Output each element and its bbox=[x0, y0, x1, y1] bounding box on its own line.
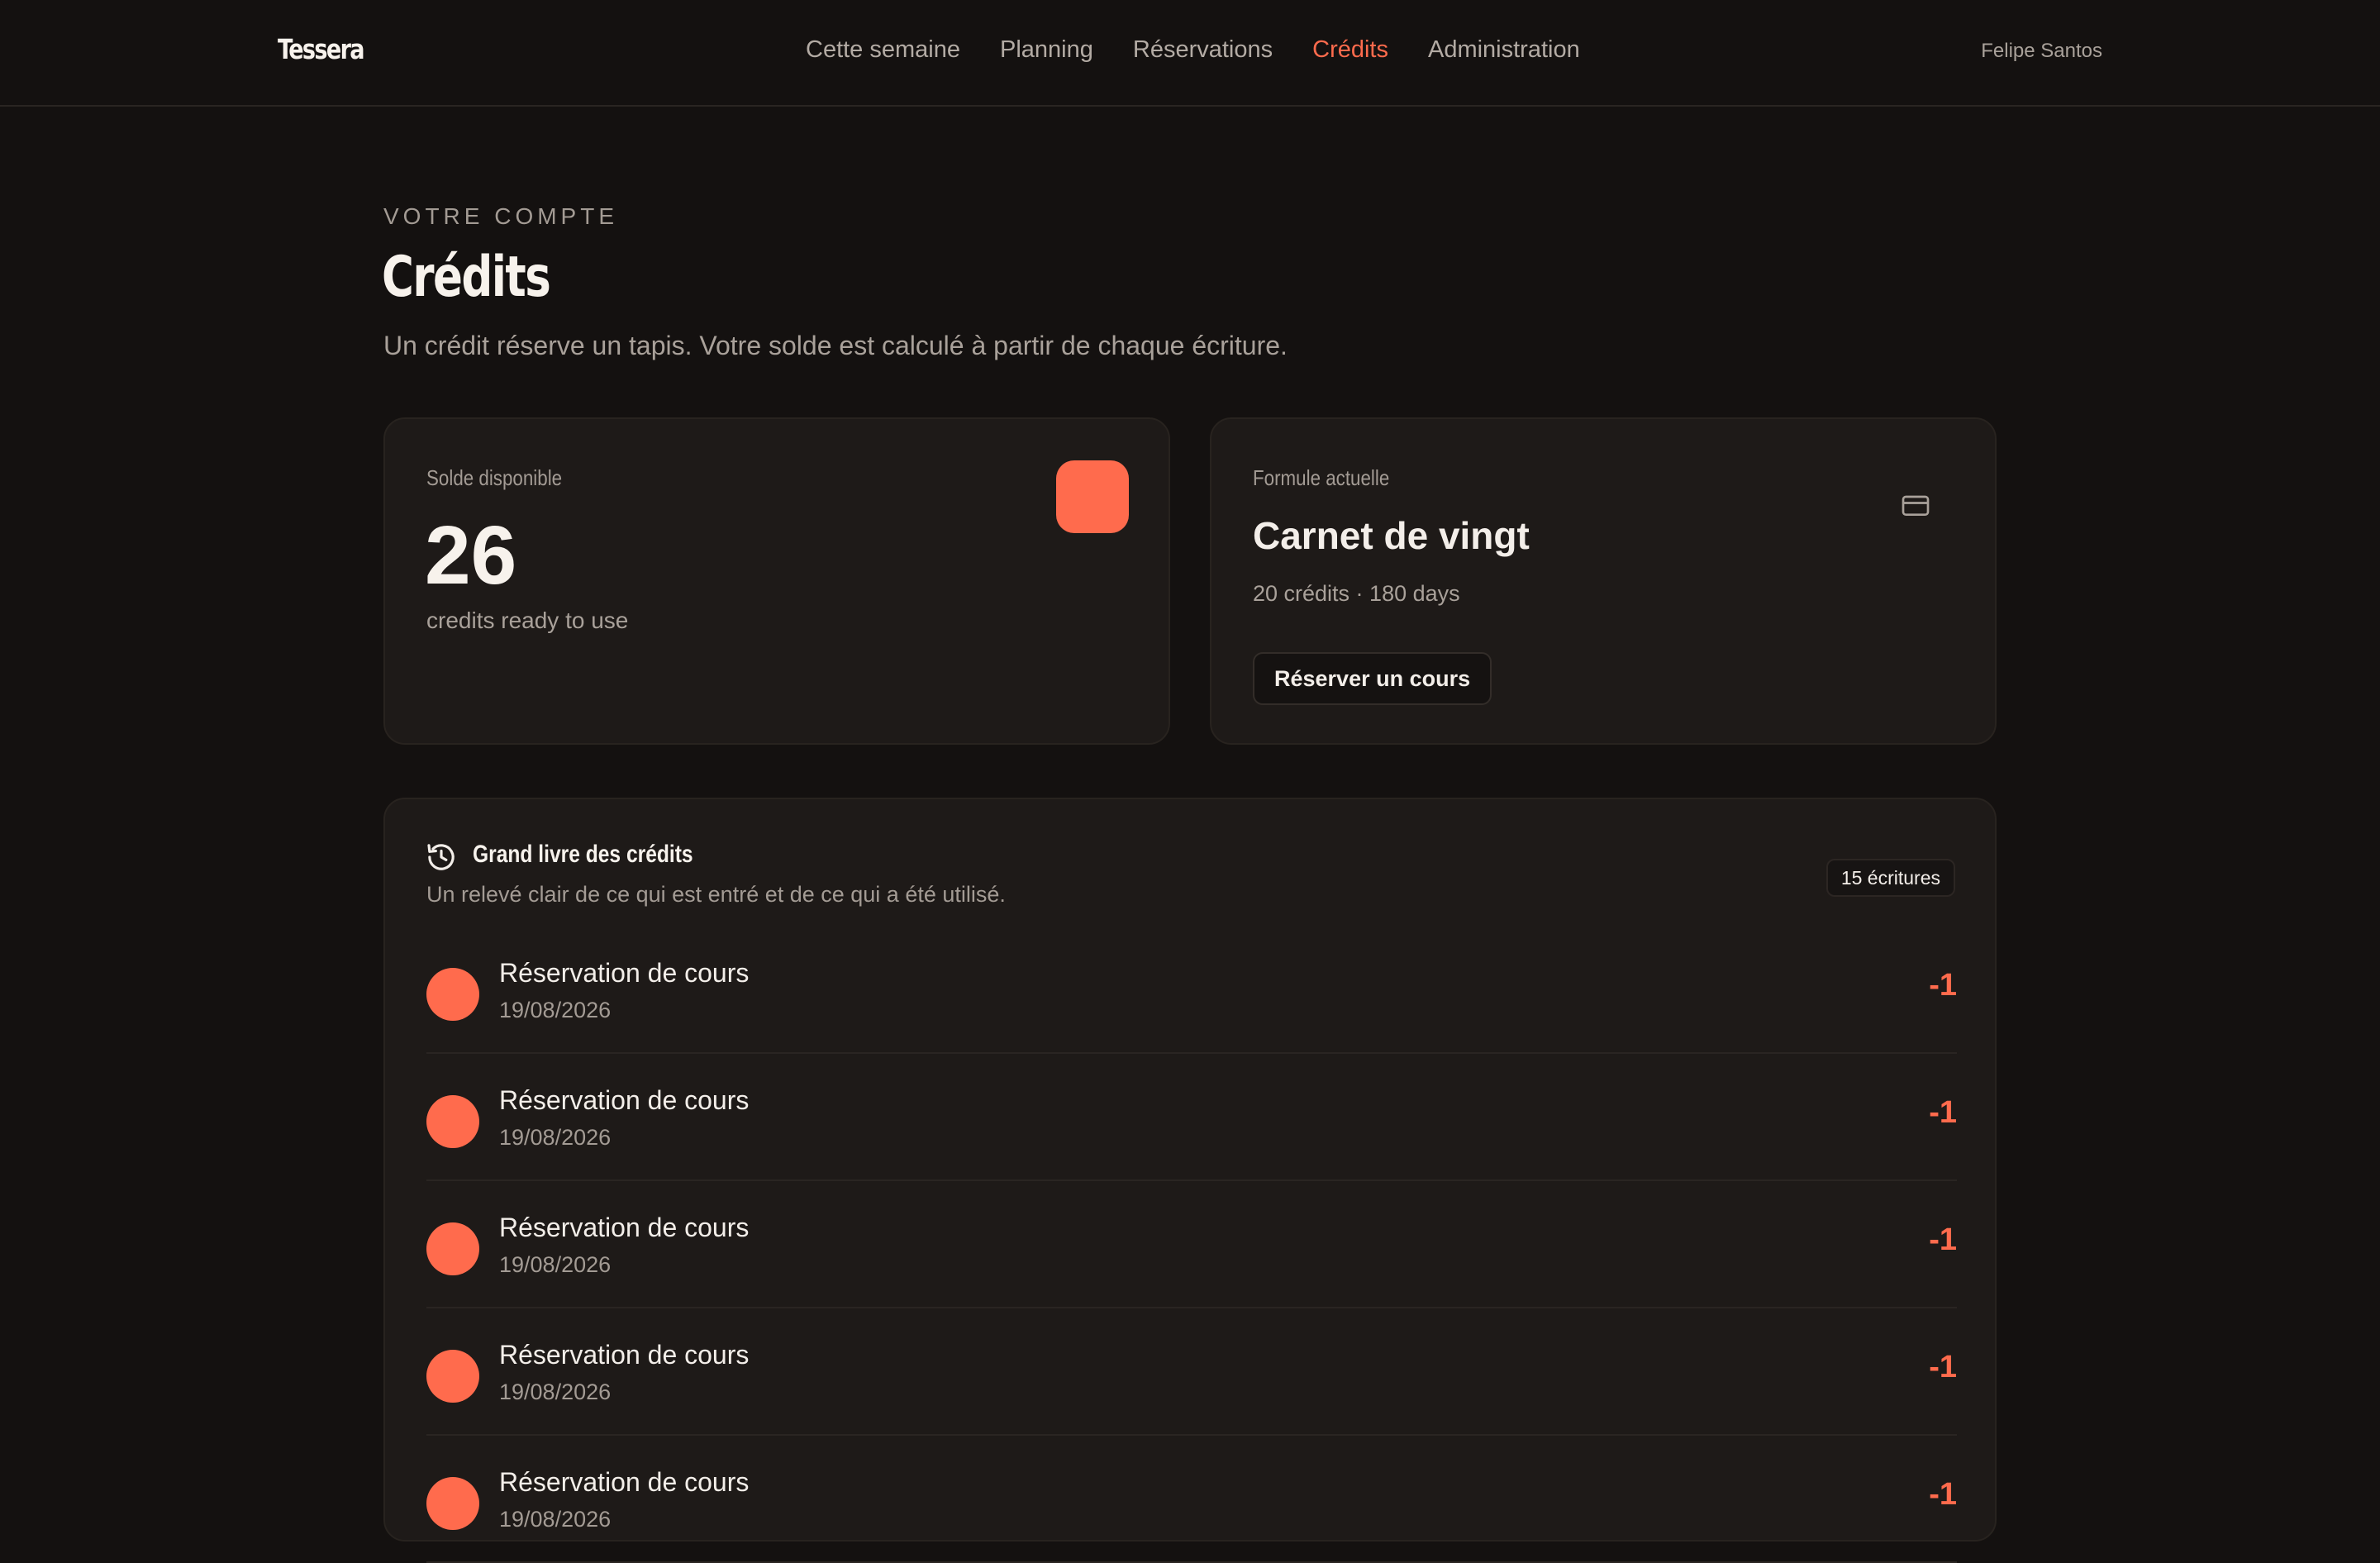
debit-dot-icon bbox=[426, 1350, 479, 1403]
debit-dot-icon bbox=[426, 1095, 479, 1148]
entry-date: 19/08/2026 bbox=[499, 1125, 612, 1150]
entry-title: Réservation de cours bbox=[499, 958, 750, 988]
entry-date: 19/08/2026 bbox=[499, 1507, 612, 1532]
brand-logo[interactable]: Tessera bbox=[278, 33, 365, 65]
page-eyebrow: VOTRE COMPTE bbox=[383, 203, 619, 229]
debit-dot-icon bbox=[426, 968, 479, 1021]
entries-count-badge: 15 écritures bbox=[1825, 859, 1955, 897]
history-icon bbox=[427, 844, 455, 870]
ledger-title: Grand livre des crédits bbox=[473, 841, 693, 868]
nav-item-administration[interactable]: Administration bbox=[1428, 36, 1580, 64]
debit-dot-icon bbox=[426, 1477, 479, 1530]
balance-label: Solde disponible bbox=[426, 465, 563, 490]
entry-date: 19/08/2026 bbox=[499, 1252, 612, 1277]
ledger-row[interactable]: Réservation de cours 19/08/2026 -1 bbox=[426, 1054, 1957, 1181]
entry-date: 19/08/2026 bbox=[499, 998, 612, 1022]
page-subtitle: Un crédit réserve un tapis. Votre solde … bbox=[383, 331, 1288, 360]
top-navigation: Tessera Cette semaine Planning Réservati… bbox=[0, 0, 2380, 107]
ledger-row[interactable]: Réservation de cours 19/08/2026 -1 bbox=[426, 1181, 1957, 1308]
balance-value: 26 bbox=[425, 509, 517, 602]
ledger-row[interactable]: Réservation de cours 19/08/2026 -1 bbox=[426, 1436, 1957, 1563]
plan-name: Carnet de vingt bbox=[1253, 514, 1530, 557]
entry-amount: -1 bbox=[1929, 1222, 1957, 1257]
nav-item-credits[interactable]: Crédits bbox=[1312, 36, 1388, 64]
plan-label: Formule actuelle bbox=[1253, 465, 1390, 490]
entry-amount: -1 bbox=[1929, 1350, 1957, 1384]
entry-amount: -1 bbox=[1929, 968, 1957, 1003]
plan-details: 20 crédits · 180 days bbox=[1253, 581, 1460, 606]
debit-dot-icon bbox=[426, 1222, 479, 1275]
nav-item-cette-semaine[interactable]: Cette semaine bbox=[806, 36, 960, 64]
book-class-button[interactable]: Réserver un cours bbox=[1253, 652, 1492, 705]
entry-title: Réservation de cours bbox=[499, 1340, 750, 1370]
entry-date: 19/08/2026 bbox=[499, 1380, 612, 1404]
ledger-row[interactable]: Réservation de cours 19/08/2026 -1 bbox=[426, 1308, 1957, 1436]
entry-title: Réservation de cours bbox=[499, 1085, 750, 1115]
ledger-subtitle: Un relevé clair de ce qui est entré et d… bbox=[426, 882, 1006, 907]
plan-card: Formule actuelle Carnet de vingt 20 créd… bbox=[1210, 417, 1997, 745]
balance-caption: credits ready to use bbox=[426, 608, 629, 633]
entry-amount: -1 bbox=[1929, 1095, 1957, 1130]
user-menu[interactable]: Felipe Santos bbox=[1981, 40, 2102, 63]
ledger-row[interactable]: Réservation de cours 19/08/2026 -1 bbox=[426, 927, 1957, 1054]
entry-title: Réservation de cours bbox=[499, 1213, 750, 1242]
ledger-list: Réservation de cours 19/08/2026 -1 Réser… bbox=[426, 927, 1957, 1563]
balance-card: Solde disponible 26 credits ready to use bbox=[383, 417, 1170, 745]
entry-amount: -1 bbox=[1929, 1477, 1957, 1512]
balance-badge-icon bbox=[1056, 460, 1129, 533]
main-nav: Cette semaine Planning Réservations Créd… bbox=[806, 36, 1580, 64]
credit-card-icon bbox=[1902, 495, 1930, 516]
entry-title: Réservation de cours bbox=[499, 1467, 750, 1497]
nav-item-reservations[interactable]: Réservations bbox=[1133, 36, 1273, 64]
credit-ledger: Grand livre des crédits Un relevé clair … bbox=[383, 798, 1997, 1563]
nav-item-planning[interactable]: Planning bbox=[1000, 36, 1093, 64]
page-title: Crédits bbox=[382, 245, 551, 310]
